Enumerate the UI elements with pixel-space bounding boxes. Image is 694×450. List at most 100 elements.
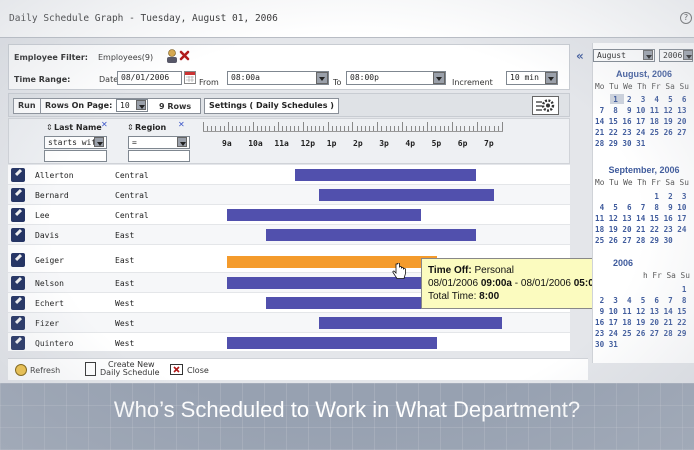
column-last-name[interactable]: Last Name [54,123,102,132]
hour-label: 2p [353,139,363,148]
employee-region: West [115,299,135,308]
calendar-month-days[interactable]: 1 2 3 4 5 6 7 8 9 10 11 12 13 14 15 16 1… [595,284,686,350]
ruler-tick [497,126,499,131]
date-input[interactable]: 08/01/2006 [117,71,182,85]
ruler-tick [431,126,433,131]
ruler-tick [298,126,300,131]
employee-name[interactable]: Davis [35,231,59,240]
close-icon[interactable] [170,364,183,375]
rows-on-page-dropdown[interactable] [136,100,146,110]
clear-last-name-filter-icon[interactable]: ✕ [101,120,108,129]
employee-name[interactable]: Allerton [35,171,74,180]
ruler-tick [410,126,412,131]
increment-label: Increment [452,78,493,87]
hour-label: 11a [274,139,289,148]
edit-icon[interactable] [11,188,25,202]
edit-icon[interactable] [11,316,25,330]
create-new-button[interactable]: Create New Daily Schedule [100,361,160,377]
ruler-tick [456,126,458,131]
employee-name[interactable]: Fizer [35,319,59,328]
refresh-icon[interactable] [15,364,27,376]
from-time-select[interactable]: 08:00a [227,71,329,85]
hour-label: 12p [300,139,316,148]
edit-icon[interactable] [11,168,25,182]
from-time-dropdown[interactable] [316,72,328,84]
edit-icon[interactable] [11,336,25,350]
edit-icon[interactable] [11,208,25,222]
ruler-tick [398,126,400,131]
time-range-label: Time Range: [14,75,71,84]
shift-bar[interactable] [227,337,437,349]
run-button[interactable]: Run [13,98,41,114]
employee-name[interactable]: Lee [35,211,49,220]
calendar-picker-icon[interactable] [184,71,196,84]
refresh-button[interactable]: Refresh [30,366,60,375]
shift-bar[interactable] [227,209,421,221]
help-icon[interactable]: ? [680,12,692,24]
shift-bar[interactable] [318,189,495,201]
table-row: Davis East [8,225,570,245]
employee-name[interactable]: Quintero [35,339,74,348]
calendar-month-days[interactable]: 1 2 3 4 5 6 7 8 9 10 11 12 13 14 15 16 1… [595,94,686,149]
edit-icon[interactable] [11,228,25,242]
from-label: From [199,78,219,87]
ruler-tick [273,126,275,131]
ruler-tick [389,126,391,131]
ruler-tick [381,126,383,131]
prev-month-icon[interactable]: « [576,49,584,63]
employee-name[interactable]: Nelson [35,279,64,288]
employee-name[interactable]: Geiger [35,256,64,265]
ruler-tick [422,126,424,131]
ruler-tick [227,122,229,131]
calendar-month-title: August, 2006 [615,69,673,79]
to-time-dropdown[interactable] [433,72,445,84]
ruler-tick [344,126,346,131]
shift-bar[interactable] [318,317,503,329]
new-schedule-icon[interactable] [85,362,96,376]
edit-icon[interactable] [11,296,25,310]
to-label: To [333,78,342,87]
column-region[interactable]: Region [135,123,166,132]
sort-region-icon[interactable]: ⇕ [127,123,134,132]
grid-header: ⇕ Last Name ✕ starts with ⇕ Region ✕ = 9… [8,118,570,164]
region-filter-input[interactable] [128,150,190,162]
edit-icon[interactable] [11,253,25,267]
ruler-tick [369,126,370,131]
calendar-month-days[interactable]: 1 2 3 4 5 6 7 8 9 10 11 12 13 14 15 16 1… [595,191,686,246]
to-time-select[interactable]: 08:00p [346,71,446,85]
clear-region-filter-icon[interactable]: ✕ [178,120,185,129]
tooltip-type-label: Time Off: [428,265,472,276]
ruler-tick [219,126,221,131]
rows-count: 9 Rows [159,102,192,111]
title-bar: Daily Schedule Graph - Tuesday, August 0… [0,0,694,38]
month-dropdown[interactable] [643,50,653,60]
sort-last-name-icon[interactable]: ⇕ [46,123,53,132]
tooltip-total-label: Total Time: [428,291,477,302]
shift-bar[interactable] [294,169,476,181]
close-button[interactable]: Close [187,366,209,375]
ruler-tick [240,126,242,131]
region-operator-dropdown[interactable] [177,137,187,147]
edit-icon[interactable] [11,276,25,290]
employee-name[interactable]: Bernard [35,191,69,200]
employee-name[interactable]: Echert [35,299,64,308]
last-name-filter-input[interactable] [44,150,107,162]
tooltip-dash: - [514,278,519,289]
settings-button[interactable]: Settings ( Daily Schedules ) [204,98,339,114]
ruler-tick [406,126,408,131]
hour-label: 3p [379,139,389,148]
ruler-tick [472,126,474,131]
shift-bar[interactable] [266,229,476,241]
year-dropdown[interactable] [683,50,693,60]
clear-filter-icon[interactable] [179,50,190,61]
settings-gear-icon[interactable] [532,96,559,115]
ruler-tick [302,122,304,131]
increment-dropdown[interactable] [545,72,557,84]
ruler-tick [207,126,209,131]
ruler-tick [335,126,337,131]
ruler-tick [256,126,258,131]
ruler-tick [319,126,321,131]
last-name-operator-dropdown[interactable] [94,137,104,147]
ruler-tick [248,126,250,131]
employee-picker-icon[interactable] [166,49,178,63]
